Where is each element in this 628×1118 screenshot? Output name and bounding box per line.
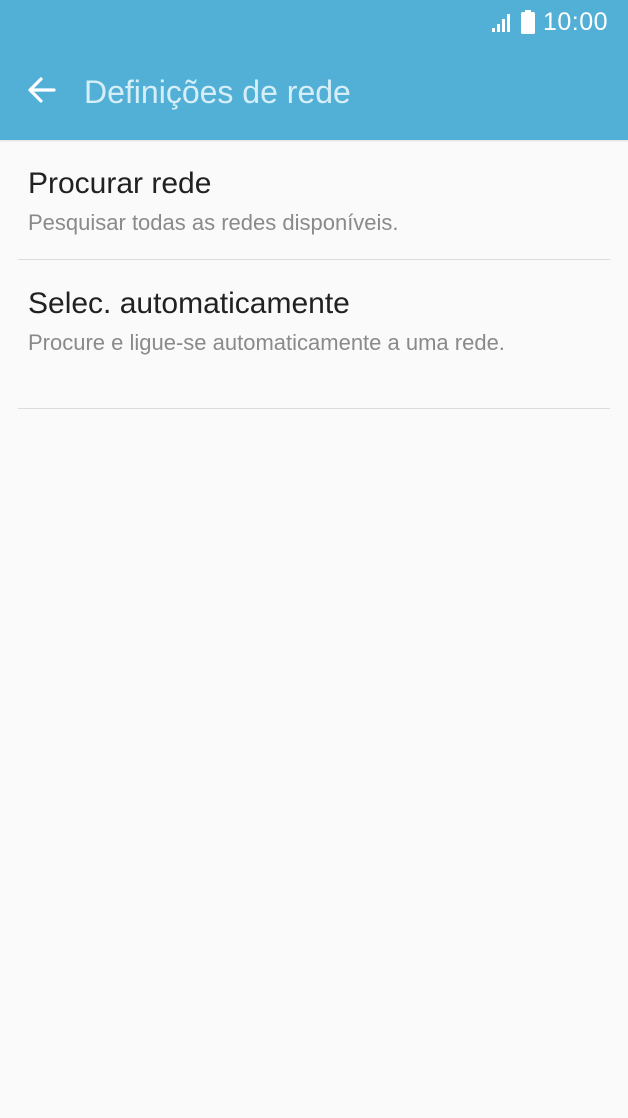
list-item-title: Selec. automaticamente <box>28 287 350 320</box>
status-icons: 10:00 <box>491 6 608 38</box>
list-item-subtitle: Procure e ligue-se automaticamente a uma… <box>28 330 505 355</box>
settings-list: Procurar rede Pesquisar todas as redes d… <box>0 140 628 409</box>
list-item-subtitle: Pesquisar todas as redes disponíveis. <box>28 210 399 235</box>
list-item-title: Procurar rede <box>28 167 212 200</box>
list-item-search-network[interactable]: Procurar rede Pesquisar todas as redes d… <box>18 140 610 260</box>
status-time: 10:00 <box>542 7 608 36</box>
back-button[interactable] <box>18 68 66 116</box>
battery-icon <box>520 10 535 34</box>
toolbar: Definições de rede <box>0 52 628 136</box>
list-item-auto-select[interactable]: Selec. automaticamente Procure e ligue-s… <box>18 260 610 409</box>
arrow-left-icon <box>26 74 58 111</box>
app-bar: 10:00 Definições de rede <box>0 0 628 140</box>
status-bar: 10:00 <box>0 0 628 44</box>
signal-icon <box>491 11 513 33</box>
page-title: Definições de rede <box>84 74 351 110</box>
